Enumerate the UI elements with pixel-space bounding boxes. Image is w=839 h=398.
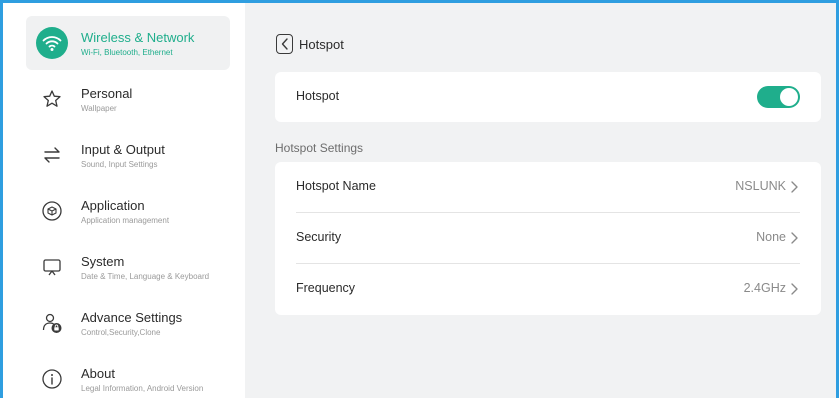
sidebar-item-subtitle: Legal Information, Android Version	[81, 384, 204, 393]
hotspot-toggle-card: Hotspot	[275, 72, 821, 122]
sidebar-item-subtitle: Wallpaper	[81, 104, 117, 113]
setting-value: None	[756, 230, 786, 244]
setting-value: NSLUNK	[735, 179, 786, 193]
hotspot-settings-card: Hotspot Name NSLUNK Security None Freque…	[275, 162, 821, 315]
chevron-right-icon	[791, 283, 798, 295]
sidebar-item-title: Application	[81, 198, 145, 213]
chevron-left-icon	[281, 38, 288, 50]
user-lock-icon	[36, 307, 68, 339]
setting-row-hotspot-name[interactable]: Hotspot Name NSLUNK	[275, 162, 821, 212]
sidebar-item-input-output[interactable]: Input & Output Sound, Input Settings	[26, 128, 230, 182]
sidebar-item-advance-settings[interactable]: Advance Settings Control,Security,Clone	[26, 296, 230, 350]
hotspot-toggle-label: Hotspot	[296, 89, 340, 103]
hotspot-toggle-row[interactable]: Hotspot	[275, 72, 821, 122]
section-label: Hotspot Settings	[275, 141, 364, 155]
sidebar-item-subtitle: Wi-Fi, Bluetooth, Ethernet	[81, 48, 173, 57]
sidebar-item-system[interactable]: System Date & Time, Language & Keyboard	[26, 240, 230, 294]
sidebar-item-title: Wireless & Network	[81, 30, 195, 45]
sidebar-item-title: Input & Output	[81, 142, 165, 157]
setting-label: Hotspot Name	[296, 179, 376, 193]
sidebar-item-subtitle: Date & Time, Language & Keyboard	[81, 272, 210, 281]
setting-value: 2.4GHz	[743, 281, 786, 295]
sidebar-item-subtitle: Control,Security,Clone	[81, 328, 161, 337]
setting-label: Frequency	[296, 281, 356, 295]
info-icon	[36, 363, 68, 395]
swap-arrows-icon	[36, 139, 68, 171]
sidebar-item-subtitle: Sound, Input Settings	[81, 160, 158, 169]
main-content: Hotspot Hotspot Hotspot Settings Hotspot…	[245, 3, 836, 398]
monitor-icon	[36, 251, 68, 283]
cube-icon	[36, 195, 68, 227]
chevron-right-icon	[791, 181, 798, 193]
sidebar-item-application[interactable]: Application Application management	[26, 184, 230, 238]
toggle-knob	[780, 88, 798, 106]
sidebar-item-subtitle: Application management	[81, 216, 170, 225]
sidebar-item-about[interactable]: About Legal Information, Android Version	[26, 352, 230, 398]
sidebar: Wireless & Network Wi-Fi, Bluetooth, Eth…	[3, 3, 245, 398]
wifi-icon	[36, 27, 68, 59]
sidebar-item-title: Advance Settings	[81, 310, 183, 325]
sidebar-item-personal[interactable]: Personal Wallpaper	[26, 72, 230, 126]
sidebar-item-wireless-network[interactable]: Wireless & Network Wi-Fi, Bluetooth, Eth…	[26, 16, 230, 70]
sidebar-item-title: System	[81, 254, 125, 269]
sidebar-item-title: Personal	[81, 86, 133, 101]
back-button[interactable]	[276, 34, 293, 54]
star-icon	[36, 83, 68, 115]
setting-label: Security	[296, 230, 342, 244]
setting-row-security[interactable]: Security None	[275, 213, 821, 263]
chevron-right-icon	[791, 232, 798, 244]
hotspot-toggle-switch[interactable]	[757, 86, 800, 108]
setting-row-frequency[interactable]: Frequency 2.4GHz	[275, 264, 821, 314]
sidebar-item-title: About	[81, 366, 115, 381]
page-title: Hotspot	[299, 37, 344, 52]
